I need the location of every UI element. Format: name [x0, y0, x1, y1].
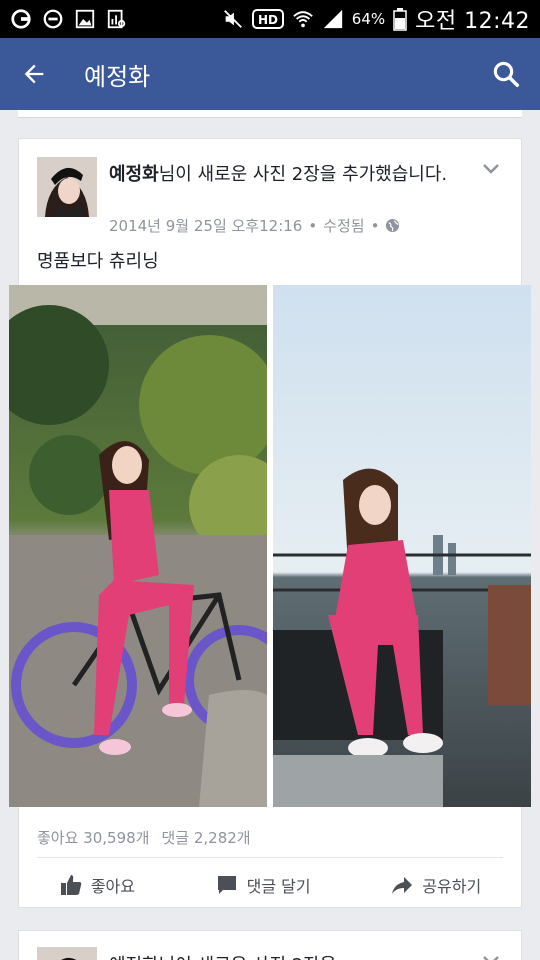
author-name[interactable]: 예정화: [109, 164, 159, 185]
next-post-author-line: 예정화님이 새로운 사진 2장을: [109, 951, 336, 960]
comment-icon: [217, 876, 236, 894]
minus-circle-icon: [43, 9, 63, 29]
post-meta: 2014년 9월 25일 오후12:16 • 수정됨 •: [109, 215, 400, 236]
like-label: 좋아요: [90, 877, 135, 896]
post-actions: 좋아요 댓글 달기 공유하기: [19, 865, 521, 905]
comment-label: 댓글 달기: [246, 877, 311, 896]
photo-rooftop-image: [273, 285, 531, 807]
meta-separator: •: [308, 216, 318, 235]
post-card: 예정화님이 새로운 사진 2장을 추가했습니다. 2014년 9월 25일 오후…: [9, 138, 531, 908]
mute-icon: [223, 10, 242, 28]
chevron-down-icon[interactable]: [479, 949, 503, 960]
image-icon: [75, 9, 95, 29]
avatar-image: [37, 157, 97, 217]
avatar[interactable]: [37, 947, 97, 960]
status-left-icons: [10, 8, 128, 30]
share-icon: [392, 877, 413, 894]
status-right: HD 64% 오전 12:42: [222, 3, 530, 35]
page-title: 예정화: [84, 62, 151, 91]
edited-label[interactable]: 수정됨: [323, 215, 364, 236]
battery-icon: [393, 8, 407, 31]
share-button[interactable]: 공유하기: [390, 873, 481, 897]
post-stats: 좋아요 30,598개 댓글 2,282개: [37, 827, 251, 848]
comment-button[interactable]: 댓글 달기: [215, 873, 311, 897]
svg-text:HD: HD: [258, 13, 278, 27]
meta-separator: •: [370, 216, 380, 235]
globe-icon: [386, 218, 400, 233]
avatar-image: [37, 947, 97, 960]
chart-search-icon: [107, 9, 126, 29]
back-button[interactable]: [16, 56, 52, 92]
like-count[interactable]: 좋아요 30,598개: [37, 827, 149, 848]
signal-icon: [323, 9, 342, 29]
chevron-down-icon[interactable]: [479, 157, 503, 181]
post-text: 명품보다 츄리닝: [37, 251, 159, 272]
avatar[interactable]: [37, 157, 97, 217]
wifi-icon: [293, 11, 313, 28]
app-bar: 예정화: [0, 38, 540, 110]
like-button[interactable]: 좋아요: [59, 873, 135, 897]
post-author-line: 예정화님이 새로운 사진 2장을 추가했습니다.: [109, 161, 489, 189]
thumbs-up-icon: [60, 875, 82, 895]
post-timestamp[interactable]: 2014년 9월 25일 오후12:16: [109, 215, 302, 236]
g-icon: [11, 9, 31, 29]
arrow-left-icon: [24, 64, 44, 84]
comment-count[interactable]: 댓글 2,282개: [161, 827, 250, 848]
photo-grid: [9, 285, 531, 807]
status-bar: HD 64% 오전 12:42: [0, 0, 540, 38]
divider: [37, 857, 503, 858]
search-icon: [493, 61, 519, 87]
next-post-card: 예정화님이 새로운 사진 2장을: [18, 930, 522, 960]
previous-card-bottom: [18, 110, 522, 118]
share-label: 공유하기: [422, 877, 482, 896]
search-button[interactable]: [488, 56, 524, 92]
hd-icon: HD: [251, 9, 284, 29]
photo-bicycle-image: [9, 285, 267, 807]
photo-rooftop[interactable]: [273, 285, 531, 807]
clock: 오전 12:42: [415, 9, 530, 34]
author-action: 님이 새로운 사진 2장을 추가했습니다.: [158, 164, 448, 185]
battery-percent: 64%: [351, 10, 386, 28]
photo-bicycle[interactable]: [9, 285, 267, 807]
